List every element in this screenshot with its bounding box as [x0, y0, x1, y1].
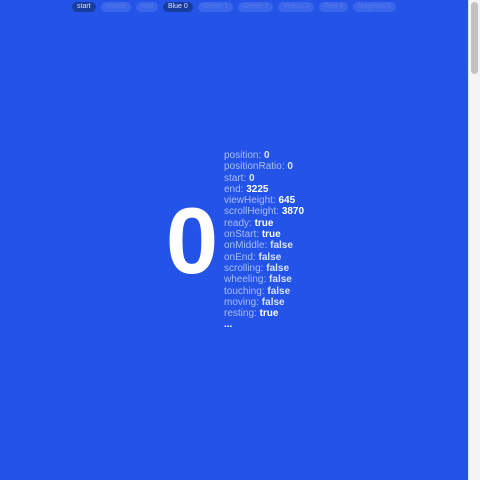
- state-row-resting: resting: true: [224, 308, 304, 319]
- scroll-view[interactable]: start middle end Blue 0 Green 1 Green 2 …: [0, 0, 468, 480]
- state-key: positionRatio:: [224, 161, 285, 173]
- state-row-on-middle: onMiddle: false: [224, 240, 304, 251]
- state-value: true: [261, 229, 281, 241]
- state-key: viewHeight:: [224, 195, 276, 207]
- state-key: position:: [224, 150, 262, 161]
- state-value: false: [266, 262, 290, 274]
- state-row-end: end: 3225: [224, 184, 304, 195]
- state-value: 0: [264, 150, 270, 161]
- state-value: false: [258, 251, 282, 263]
- state-value: 0: [249, 172, 255, 184]
- state-ellipsis: ...: [224, 319, 233, 331]
- nav-button-red-4[interactable]: Red 4: [319, 2, 348, 12]
- state-value: false: [261, 296, 285, 308]
- state-value: false: [267, 285, 291, 297]
- state-row-scrolling: scrolling: false: [224, 263, 304, 274]
- section-nav: start middle end Blue 0 Green 1 Green 2 …: [0, 2, 468, 12]
- state-value: 3225: [246, 183, 269, 195]
- state-key: onStart:: [224, 229, 260, 241]
- state-key: onEnd:: [224, 251, 256, 263]
- state-row-on-start: onStart: true: [224, 229, 304, 240]
- nav-button-green-2[interactable]: Green 2: [238, 2, 274, 12]
- state-value: false: [269, 274, 292, 286]
- state-key: start:: [224, 172, 247, 184]
- state-value: 0: [287, 161, 293, 173]
- state-row-ready: ready: true: [224, 218, 304, 229]
- state-value: 3870: [281, 206, 305, 218]
- state-row-start: start: 0: [224, 173, 304, 184]
- nav-button-middle[interactable]: middle: [100, 2, 132, 12]
- state-key: ready:: [224, 217, 252, 229]
- scrollbar-thumb[interactable]: [471, 2, 478, 74]
- state-key: resting:: [224, 308, 257, 320]
- state-row-scroll-height: scrollHeight: 3870: [224, 206, 304, 217]
- nav-button-yellow-3[interactable]: Yellow 3: [278, 2, 315, 12]
- state-row-position-ratio: positionRatio: 0: [224, 161, 304, 172]
- nav-button-magenta-5[interactable]: Magenta 5: [352, 2, 396, 12]
- vertical-scrollbar[interactable]: [468, 0, 480, 480]
- state-key: wheeling:: [224, 274, 267, 286]
- state-row-position: position: 0: [224, 150, 304, 161]
- state-value: true: [254, 217, 274, 229]
- state-key: scrolling:: [224, 262, 264, 274]
- state-value: true: [259, 308, 279, 320]
- nav-button-green-1[interactable]: Green 1: [197, 2, 234, 12]
- nav-button-start[interactable]: start: [72, 2, 96, 12]
- state-key: end:: [224, 183, 244, 195]
- state-row-moving: moving: false: [224, 297, 304, 308]
- scroll-state-list: position: 0 positionRatio: 0 start: 0 en…: [224, 150, 304, 331]
- state-value: false: [270, 240, 293, 252]
- nav-button-blue-0[interactable]: Blue 0: [162, 2, 193, 12]
- state-value: 645: [278, 195, 296, 207]
- state-key: scrollHeight:: [224, 206, 280, 218]
- state-key: onMiddle:: [224, 240, 268, 252]
- state-key: touching:: [224, 285, 265, 297]
- state-key: moving:: [224, 296, 260, 308]
- section-number: 0: [165, 188, 219, 293]
- state-row-on-end: onEnd: false: [224, 252, 304, 263]
- page: start middle end Blue 0 Green 1 Green 2 …: [0, 0, 480, 480]
- state-row-view-height: viewHeight: 645: [224, 195, 304, 206]
- state-row-touching: touching: false: [224, 286, 304, 297]
- nav-button-end[interactable]: end: [136, 2, 158, 12]
- state-row-wheeling: wheeling: false: [224, 274, 304, 285]
